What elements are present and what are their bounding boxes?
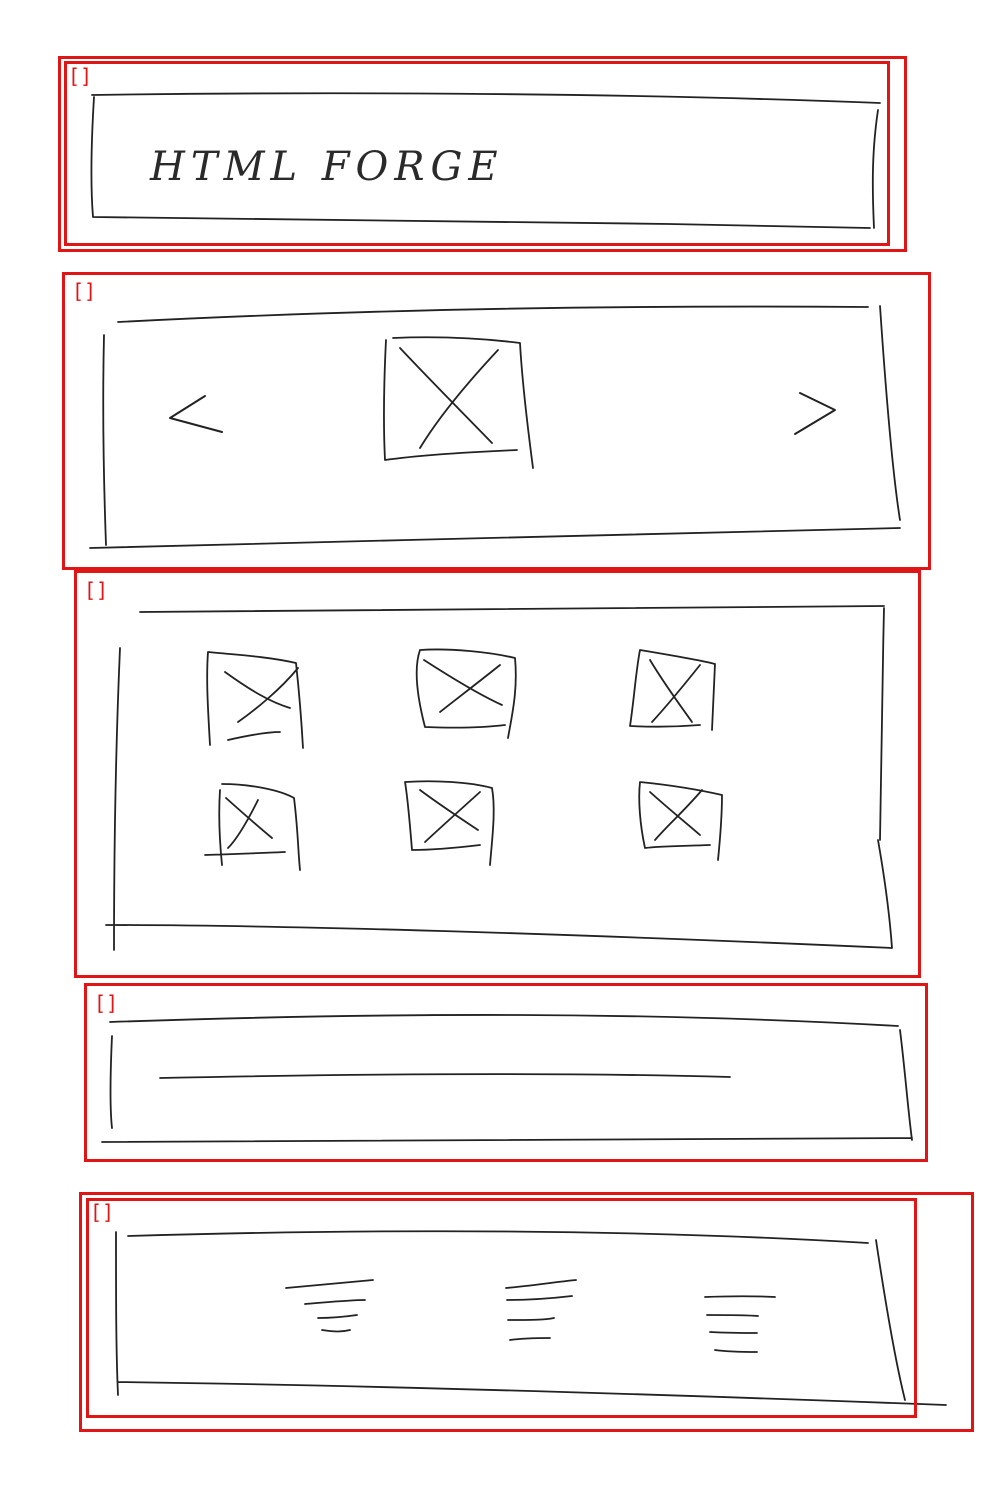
annotation-marker: [] xyxy=(72,279,97,303)
annotation-marker: [] xyxy=(68,64,93,88)
annotation-box-gallery xyxy=(74,570,921,978)
annotation-marker: [] xyxy=(84,578,109,602)
annotation-box-text-row xyxy=(84,983,928,1162)
annotation-box-carousel xyxy=(62,272,931,570)
annotation-box-header-inner xyxy=(64,61,890,246)
annotation-box-footer-inner xyxy=(86,1198,917,1418)
annotation-marker: [] xyxy=(90,1200,115,1224)
annotation-marker: [] xyxy=(94,991,119,1015)
